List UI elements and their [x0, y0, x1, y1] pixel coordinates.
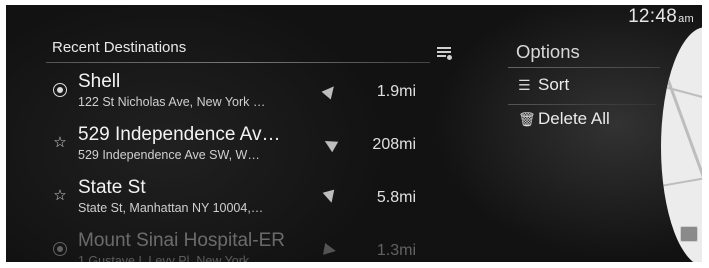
clock-time: 12:48	[628, 6, 678, 27]
destination-name: Mount Sinai Hospital-ER	[78, 230, 285, 251]
options-item-divider	[508, 104, 656, 105]
options-divider	[508, 67, 660, 68]
destination-row[interactable]: Shell 122 St Nicholas Ave, New York … 1.…	[46, 63, 436, 116]
poi-icon	[53, 83, 67, 97]
arrow-northeast-icon	[321, 82, 339, 100]
destination-name: State St	[78, 177, 146, 198]
trash-icon: 🗑	[518, 111, 536, 127]
destination-list: Shell 122 St Nicholas Ave, New York … 1.…	[46, 63, 436, 262]
destination-distance: 5.8mi	[376, 189, 416, 206]
arrow-icon	[323, 243, 337, 257]
star-icon: ☆	[53, 187, 67, 204]
destination-name: Shell	[78, 71, 121, 92]
map-corner-icon[interactable]	[680, 226, 698, 242]
arrow-south-icon	[322, 189, 338, 205]
destination-address: 122 St Nicholas Ave, New York …	[78, 95, 266, 109]
delete-all-button[interactable]: 🗑 Delete All	[518, 109, 610, 129]
sort-label: Sort	[538, 75, 570, 94]
destination-row[interactable]: ☆ 529 Independence Av… 529 Independence …	[46, 116, 436, 169]
destination-row[interactable]: ☆ State St State St, Manhattan NY 10004,…	[46, 169, 436, 222]
destination-name: 529 Independence Av…	[78, 124, 281, 145]
list-title: Recent Destinations	[52, 39, 187, 56]
destination-row[interactable]: Mount Sinai Hospital-ER 1 Gustave L Levy…	[46, 222, 436, 262]
destination-distance: 208mi	[372, 136, 416, 153]
options-title: Options	[516, 41, 580, 62]
destination-address: State St, Manhattan NY 10004,…	[78, 201, 264, 215]
destination-distance: 1.9mi	[376, 83, 416, 100]
arrow-west-icon	[321, 135, 339, 153]
list-options-icon[interactable]	[437, 46, 453, 60]
nav-screen: 12:48am Recent Destinations Shell 122 St…	[6, 5, 702, 262]
destination-address: 529 Independence Ave SW, W…	[78, 148, 260, 162]
destination-distance: 1.3mi	[376, 242, 416, 259]
clock: 12:48am	[628, 6, 694, 28]
sort-button[interactable]: ☰ Sort	[518, 75, 569, 95]
destination-address: 1 Gustave L Levy Pl, New York	[78, 254, 250, 262]
star-icon: ☆	[53, 134, 67, 151]
hospital-icon	[53, 242, 67, 256]
delete-all-label: Delete All	[538, 109, 610, 128]
sort-icon: ☰	[518, 77, 531, 93]
clock-ampm: am	[678, 13, 694, 25]
